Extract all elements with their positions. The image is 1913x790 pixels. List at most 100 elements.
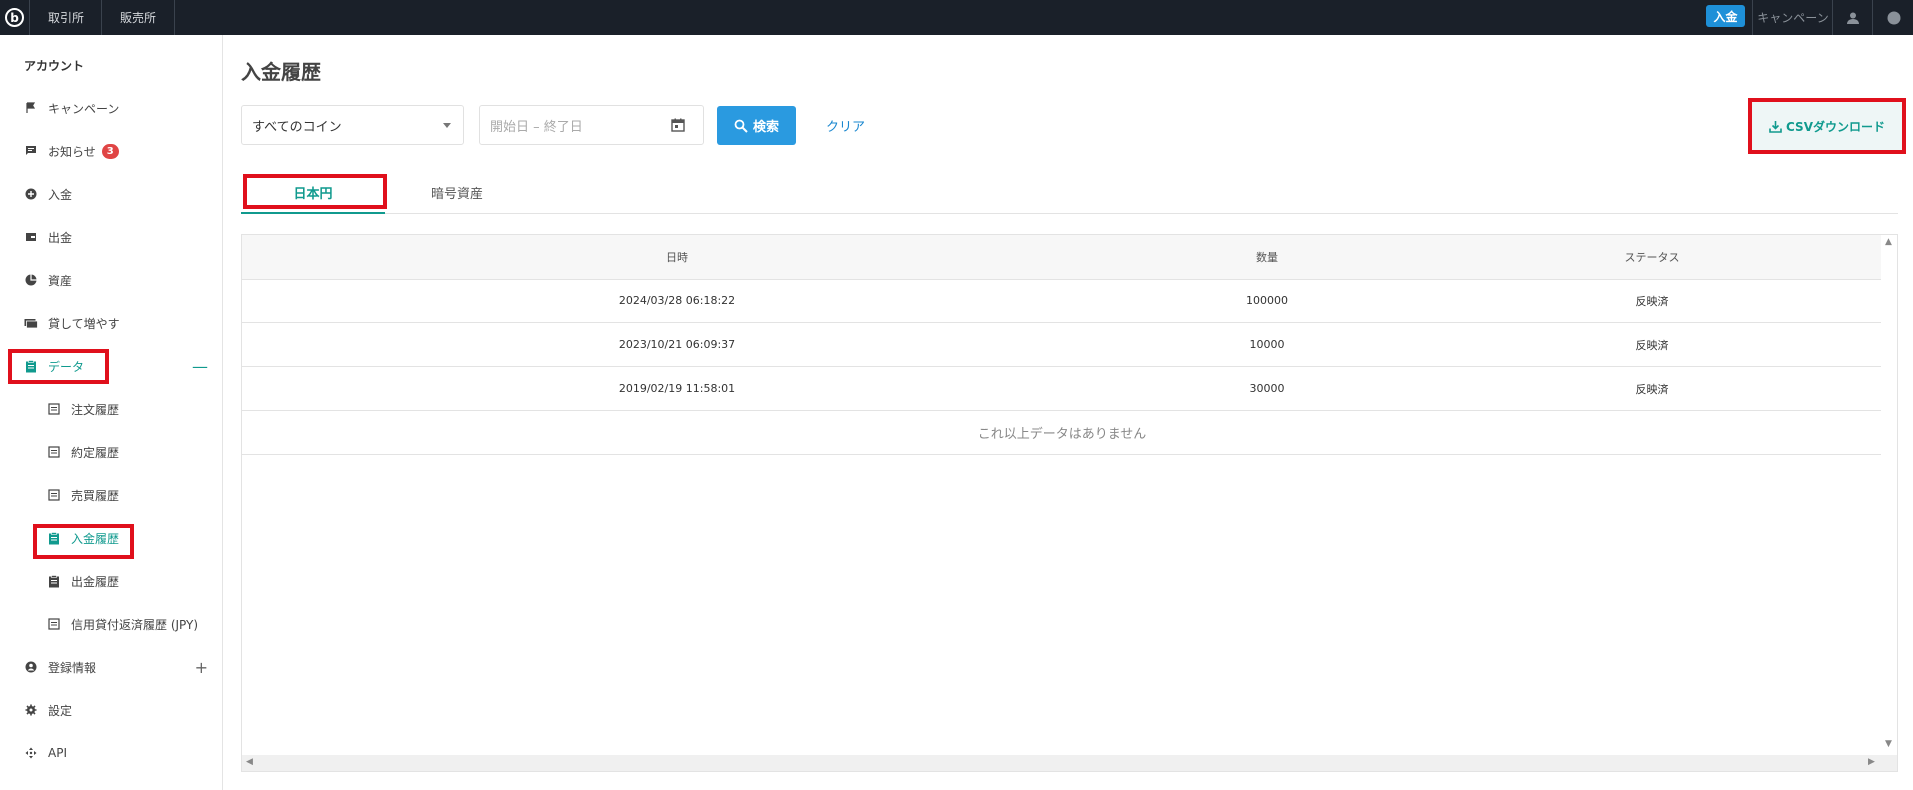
help-icon [1887, 11, 1900, 24]
search-button[interactable]: 検索 [717, 106, 796, 145]
page-title: 入金履歴 [241, 60, 321, 84]
cell-datetime: 2024/03/28 06:18:22 [618, 294, 736, 307]
sidebar-item-order-history[interactable]: 注文履歴 [0, 394, 222, 424]
sidebar-item-notifications[interactable]: お知らせ 3 [0, 136, 222, 166]
cell-amount: 100000 [1246, 294, 1288, 307]
flag-icon [24, 101, 38, 115]
scroll-right-icon[interactable]: ▶ [1868, 757, 1875, 767]
user-icon [1847, 12, 1859, 24]
gear-icon [24, 703, 38, 717]
deposit-button[interactable]: 入金 [1706, 5, 1745, 27]
scroll-down-icon[interactable]: ▼ [1885, 739, 1892, 749]
expand-toggle[interactable]: + [195, 658, 208, 677]
sidebar-item-campaign[interactable]: キャンペーン [0, 93, 222, 123]
campaign-link[interactable]: キャンペーン [1752, 0, 1833, 35]
column-header-status[interactable]: ステータス [1422, 235, 1882, 279]
scroll-up-icon[interactable]: ▲ [1885, 237, 1892, 247]
collapse-toggle[interactable]: — [192, 357, 208, 376]
cell-datetime: 2019/02/19 11:58:01 [618, 382, 736, 395]
message-icon [24, 144, 38, 158]
cell-status: 反映済 [1635, 382, 1669, 396]
sidebar-item-api[interactable]: API [0, 738, 222, 768]
csv-download-button[interactable]: CSVダウンロード [1751, 101, 1903, 151]
no-more-data-message: これ以上データはありません [242, 411, 1882, 455]
sidebar-item-settings[interactable]: 設定 [0, 695, 222, 725]
tab-jpy[interactable]: 日本円 [241, 172, 385, 212]
sidebar-item-label: API [48, 746, 67, 760]
cell-amount: 10000 [1249, 338, 1285, 351]
calendar-icon[interactable] [671, 118, 685, 136]
lend-icon [24, 316, 38, 330]
sidebar-item-label: お知らせ [48, 144, 96, 159]
plus-circle-icon [24, 187, 38, 201]
table-row: 2023/10/21 06:09:37 10000 反映済 [242, 323, 1882, 367]
clear-link[interactable]: クリア [826, 116, 865, 135]
sidebar-item-registration[interactable]: 登録情報 + [0, 652, 222, 682]
sidebar-item-withdraw-history[interactable]: 出金履歴 [0, 566, 222, 596]
cell-status: 反映済 [1635, 338, 1669, 352]
sidebar-item-label: 登録情報 [48, 660, 97, 675]
sidebar-item-execution-history[interactable]: 約定履歴 [0, 437, 222, 467]
cell-amount: 30000 [1249, 382, 1285, 395]
date-range-input[interactable]: 開始日 – 終了日 [479, 105, 704, 145]
sidebar-item-data[interactable]: データ — [0, 351, 222, 381]
sidebar-item-label: キャンペーン [48, 101, 120, 116]
sidebar-item-lend[interactable]: 貸して増やす [0, 308, 222, 338]
api-icon [24, 746, 38, 760]
table-header: 日時 数量 ステータス [242, 235, 1882, 280]
active-tab-indicator [241, 212, 385, 214]
account-button[interactable] [1832, 0, 1873, 35]
sidebar: アカウント キャンペーン お知らせ 3 入金 出金 資産 貸して増やす データ … [0, 35, 223, 790]
sidebar-item-label: 資産 [48, 273, 73, 288]
chevron-down-icon [443, 123, 451, 128]
top-navigation-bar: b 取引所 販売所 入金 キャンペーン [0, 0, 1913, 35]
logo[interactable]: b [0, 0, 29, 35]
sidebar-item-deposit-history[interactable]: 入金履歴 [0, 523, 222, 553]
sidebar-item-trade-history[interactable]: 売買履歴 [0, 480, 222, 510]
table-row: 2024/03/28 06:18:22 100000 反映済 [242, 279, 1882, 323]
cell-datetime: 2023/10/21 06:09:37 [618, 338, 736, 351]
sidebar-item-label: 信用貸付返済履歴 (JPY) [71, 617, 199, 632]
coin-select[interactable]: すべてのコイン [241, 105, 464, 145]
sidebar-item-label: 売買履歴 [71, 488, 120, 503]
nav-exchange[interactable]: 取引所 [29, 0, 102, 35]
search-icon [734, 119, 748, 133]
column-header-datetime[interactable]: 日時 [242, 235, 1112, 279]
date-range-placeholder: 開始日 – 終了日 [490, 119, 583, 135]
download-icon [1769, 120, 1782, 133]
user-circle-icon [24, 660, 38, 674]
csv-download-label: CSVダウンロード [1786, 119, 1885, 134]
tabs-divider [241, 213, 1898, 214]
sidebar-item-deposit[interactable]: 入金 [0, 179, 222, 209]
sidebar-item-withdraw[interactable]: 出金 [0, 222, 222, 252]
cell-status: 反映済 [1635, 294, 1669, 308]
tab-crypto[interactable]: 暗号資産 [385, 172, 529, 212]
sidebar-item-label: 入金 [48, 187, 73, 202]
document-icon [47, 488, 61, 502]
sidebar-item-label: 出金 [48, 230, 73, 245]
sidebar-item-label: 設定 [48, 703, 73, 718]
scroll-left-icon[interactable]: ◀ [246, 757, 253, 767]
coin-select-value: すべてのコイン [252, 119, 342, 135]
column-header-amount[interactable]: 数量 [1112, 235, 1422, 279]
sidebar-item-assets[interactable]: 資産 [0, 265, 222, 295]
sidebar-item-label: データ [48, 359, 85, 374]
document-icon [47, 445, 61, 459]
table-row: 2019/02/19 11:58:01 30000 反映済 [242, 367, 1882, 411]
wallet-icon [24, 230, 38, 244]
sidebar-item-label: 入金履歴 [71, 531, 120, 546]
vertical-scrollbar[interactable]: ▲ ▼ [1881, 235, 1897, 755]
document-icon [47, 402, 61, 416]
help-button[interactable] [1872, 0, 1913, 35]
horizontal-scrollbar[interactable]: ◀ ▶ [242, 755, 1897, 771]
sidebar-item-label: 約定履歴 [71, 445, 120, 460]
sidebar-title: アカウント [24, 59, 85, 73]
nav-sales[interactable]: 販売所 [101, 0, 175, 35]
document-icon [47, 617, 61, 631]
deposit-history-table: 日時 数量 ステータス 2024/03/28 06:18:22 100000 反… [241, 234, 1898, 772]
sidebar-item-label: 注文履歴 [71, 402, 120, 417]
sidebar-item-credit-repayment-history[interactable]: 信用貸付返済履歴 (JPY) [0, 609, 222, 639]
clipboard-icon [47, 574, 61, 588]
sidebar-item-label: 貸して増やす [48, 316, 120, 331]
pie-chart-icon [24, 273, 38, 287]
